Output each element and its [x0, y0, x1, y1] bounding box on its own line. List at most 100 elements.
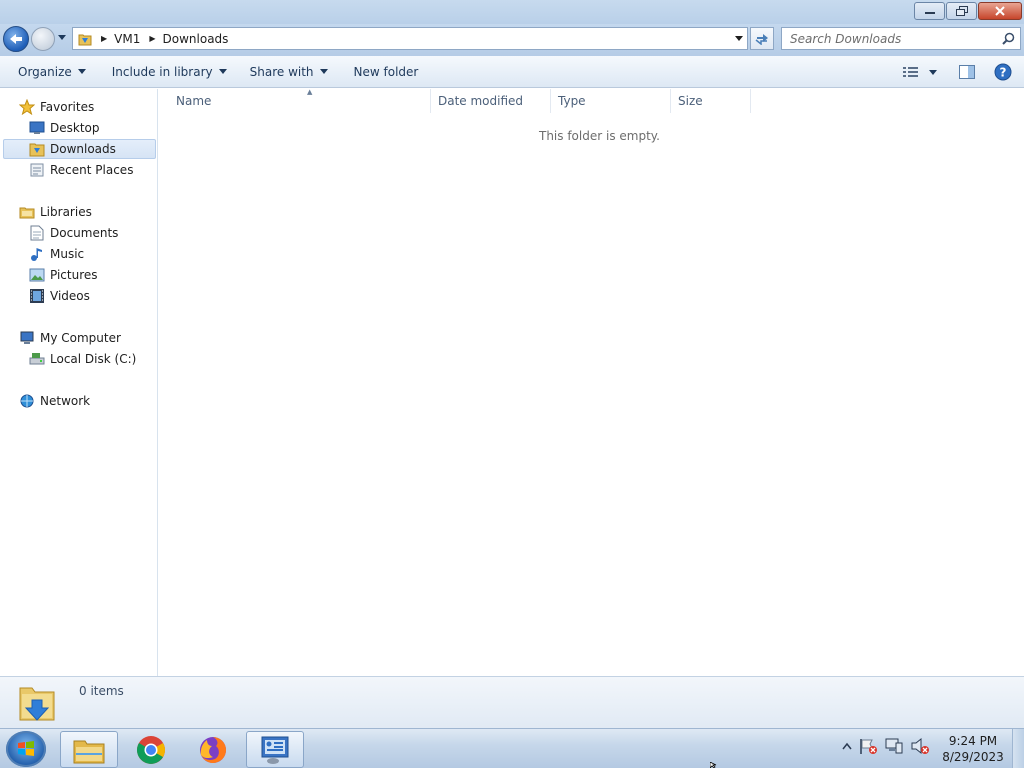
help-button[interactable]: ? — [988, 60, 1018, 84]
nav-item-pictures[interactable]: Pictures — [29, 265, 98, 285]
taskbar-app-windows-explorer[interactable] — [60, 731, 118, 768]
desktop-icon — [29, 120, 45, 136]
forward-button[interactable] — [31, 27, 55, 51]
details-pane: 0 items — [0, 676, 1024, 728]
volume-muted-icon[interactable] — [910, 737, 930, 755]
chrome-icon — [137, 735, 165, 764]
close-button[interactable] — [978, 2, 1022, 20]
column-header-date-modified[interactable]: Date modified — [431, 89, 551, 113]
change-view-button[interactable] — [896, 60, 926, 84]
column-header-label: Size — [678, 94, 703, 108]
search-input[interactable] — [782, 28, 992, 49]
nav-item-label: Desktop — [50, 121, 100, 135]
refresh-button[interactable] — [750, 27, 774, 50]
breadcrumb-separator-icon[interactable]: ▶ — [101, 34, 107, 43]
videos-icon — [29, 288, 45, 304]
nav-item-videos[interactable]: Videos — [29, 286, 90, 306]
window-controls — [913, 2, 1022, 20]
nav-favorites[interactable]: Favorites — [19, 97, 94, 117]
nav-item-documents[interactable]: Documents — [29, 223, 118, 243]
control-panel-icon — [261, 736, 289, 764]
nav-libraries[interactable]: Libraries — [19, 202, 92, 222]
network-icon — [19, 393, 35, 409]
address-bar[interactable]: ▶ VM1 ▶ Downloads — [72, 27, 748, 50]
close-icon — [995, 6, 1005, 16]
restore-button[interactable] — [946, 2, 977, 20]
file-list[interactable]: Name ▲ Date modified Type Size This fold… — [159, 88, 1024, 676]
view-details-icon — [903, 67, 918, 77]
clock[interactable]: 9:24 PM 8/29/2023 — [940, 733, 1006, 765]
nav-item-label: Local Disk (C:) — [50, 352, 137, 366]
breadcrumb-vm1[interactable]: VM1 — [114, 32, 140, 46]
nav-item-local-disk[interactable]: Local Disk (C:) — [29, 349, 136, 369]
chevron-down-icon — [218, 69, 227, 74]
show-hidden-icons-chevron-icon[interactable] — [842, 742, 852, 750]
sort-ascending-icon: ▲ — [307, 88, 313, 96]
nav-item-label: Music — [50, 247, 85, 261]
nav-item-label: Downloads — [50, 142, 116, 156]
clock-time: 9:24 PM — [948, 734, 998, 748]
taskbar-app-firefox[interactable] — [184, 731, 242, 768]
show-desktop-button[interactable] — [1012, 729, 1024, 768]
nav-my-computer-label: My Computer — [40, 331, 121, 345]
navigation-pane: Favorites Desktop Downloads Recent Place… — [0, 89, 158, 676]
taskbar-app-control-panel[interactable] — [246, 731, 304, 768]
taskbar-app-google-chrome[interactable] — [122, 731, 180, 768]
nav-favorites-label: Favorites — [40, 100, 95, 114]
title-bar — [0, 0, 1024, 24]
view-options-dropdown[interactable] — [926, 60, 940, 84]
nav-item-music[interactable]: Music — [29, 244, 84, 264]
organize-label: Organize — [18, 64, 72, 79]
include-in-library-label: Include in library — [111, 64, 213, 79]
organize-menu[interactable]: Organize — [9, 60, 95, 84]
taskbar: 9:24 PM 8/29/2023 — [0, 728, 1024, 768]
column-header-size[interactable]: Size — [671, 89, 751, 113]
breadcrumb-downloads[interactable]: Downloads — [163, 32, 229, 46]
new-folder-button[interactable]: New folder — [345, 60, 428, 84]
search-box[interactable] — [781, 27, 1021, 50]
recent-pages-dropdown-icon[interactable] — [58, 35, 66, 40]
column-header-label: Date modified — [438, 94, 524, 108]
recent-places-icon — [29, 162, 45, 178]
nav-item-label: Recent Places — [50, 163, 134, 177]
music-icon — [29, 246, 45, 262]
chevron-down-icon — [77, 69, 86, 74]
libraries-icon — [19, 204, 35, 220]
nav-item-downloads[interactable]: Downloads — [3, 139, 156, 159]
include-in-library-menu[interactable]: Include in library — [103, 60, 236, 84]
folder-icon — [78, 34, 92, 45]
nav-libraries-label: Libraries — [40, 205, 92, 219]
chevron-down-icon — [319, 69, 328, 74]
nav-my-computer[interactable]: My Computer — [19, 328, 121, 348]
nav-item-label: Pictures — [50, 268, 98, 282]
start-button[interactable] — [6, 731, 46, 767]
system-tray — [842, 737, 930, 755]
refresh-icon — [755, 33, 768, 45]
svg-text:?: ? — [1000, 66, 1007, 80]
nav-item-recent-places[interactable]: Recent Places — [29, 160, 133, 180]
minimize-button[interactable] — [914, 2, 945, 20]
network-status-icon[interactable] — [884, 737, 904, 755]
breadcrumb-separator-icon[interactable]: ▶ — [149, 34, 155, 43]
action-center-flag-icon[interactable] — [858, 737, 878, 755]
restore-icon — [955, 6, 968, 16]
column-header-label: Name — [176, 94, 212, 108]
address-dropdown-icon[interactable] — [735, 36, 743, 41]
documents-icon — [29, 225, 45, 241]
search-icon[interactable] — [1002, 32, 1015, 45]
nav-network-label: Network — [40, 394, 91, 408]
back-button[interactable] — [3, 26, 29, 52]
column-header-name[interactable]: Name ▲ — [169, 88, 431, 113]
column-header-label: Type — [558, 94, 586, 108]
preview-pane-button[interactable] — [952, 60, 982, 84]
empty-folder-message: This folder is empty. — [539, 129, 660, 143]
share-with-label: Share with — [249, 64, 314, 79]
share-with-menu[interactable]: Share with — [241, 60, 337, 84]
column-header-type[interactable]: Type — [551, 89, 671, 113]
new-folder-label: New folder — [353, 64, 419, 79]
nav-network[interactable]: Network — [19, 391, 90, 411]
toolbar-right-group: ? — [896, 60, 1018, 84]
star-icon — [19, 99, 35, 115]
nav-item-desktop[interactable]: Desktop — [29, 118, 100, 138]
chevron-down-icon — [929, 69, 937, 75]
